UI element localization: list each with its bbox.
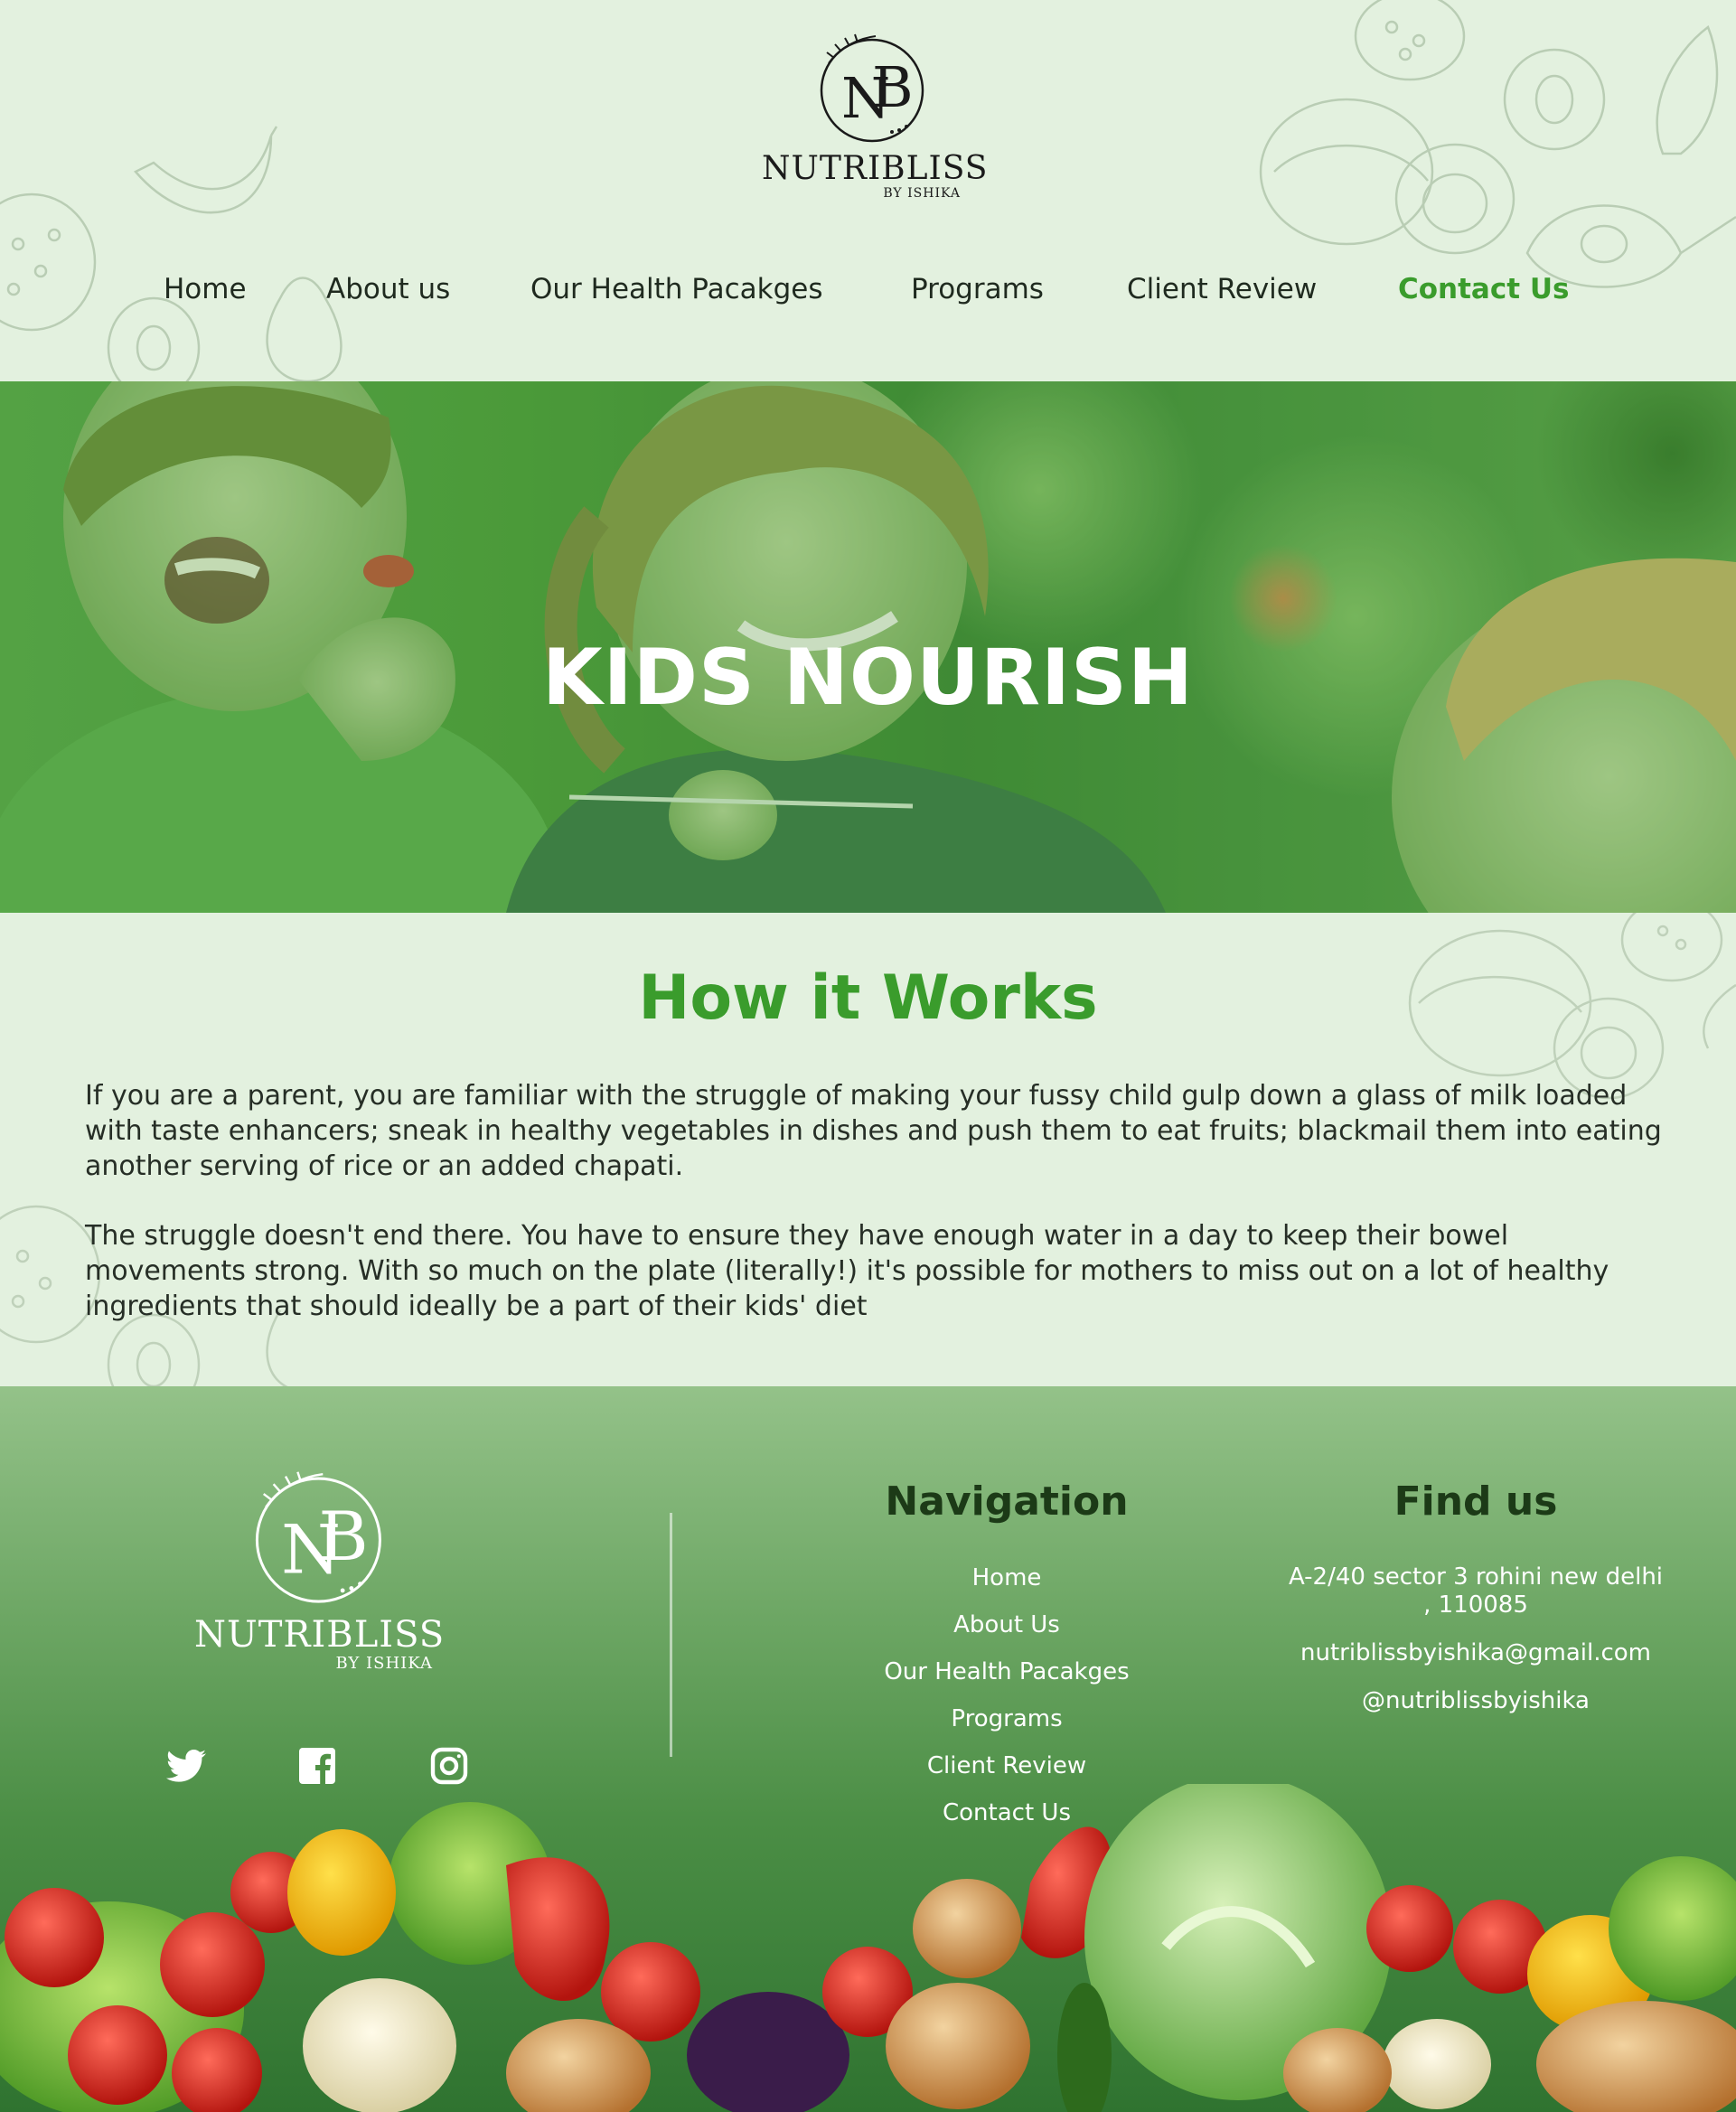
nav-client-review[interactable]: Client Review <box>1127 268 1317 311</box>
nav-programs[interactable]: Programs <box>911 268 1044 311</box>
hero-title: KIDS NOURISH <box>542 633 1194 723</box>
facebook-icon[interactable] <box>296 1744 339 1788</box>
contact-details: A-2/40 sector 3 rohini new delhi , 11008… <box>1281 1563 1670 1735</box>
main-navigation: Home About us Our Health Pacakges Progra… <box>0 268 1736 313</box>
social-handle-link[interactable]: @nutriblissbyishika <box>1281 1687 1670 1715</box>
nav-health-packages[interactable]: Our Health Pacakges <box>530 268 823 311</box>
nav-contact-us[interactable]: Contact Us <box>1398 268 1569 311</box>
brand-name: NUTRIBLISS <box>194 1614 446 1656</box>
brand-logo[interactable]: N B NUTRIBLISS BY ISHIKA <box>762 27 989 226</box>
footer-nav-programs[interactable]: Programs <box>826 1701 1187 1748</box>
hero-banner: KIDS NOURISH <box>0 381 1736 913</box>
section-title: How it Works <box>638 962 1098 1034</box>
footer-find-us-title: Find us <box>1393 1478 1558 1525</box>
site-footer: N B NUTRIBLISS BY ISHIKA Navigation Home… <box>0 1386 1736 2112</box>
intro-paragraph: The struggle doesn't end there. You have… <box>85 1220 1609 1322</box>
logo-monogram-icon: N B <box>820 33 924 143</box>
instagram-icon[interactable] <box>427 1744 471 1788</box>
nav-about-us[interactable]: About us <box>326 268 450 311</box>
site-header: N B NUTRIBLISS BY ISHIKA Home About us O… <box>0 0 1736 381</box>
footer-nav-about-us[interactable]: About Us <box>826 1607 1187 1654</box>
how-it-works-section: How it Works If you are a parent, you ar… <box>0 913 1736 1386</box>
svg-text:B: B <box>872 54 914 120</box>
footer-divider <box>670 1513 672 1757</box>
logo-monogram-icon: N B <box>255 1471 381 1603</box>
brand-subtitle: BY ISHIKA <box>883 186 961 201</box>
vegetables-border-image <box>0 1784 1736 2112</box>
address-text: A-2/40 sector 3 rohini new delhi , 11008… <box>1288 1563 1664 1619</box>
brand-name: NUTRIBLISS <box>762 150 989 187</box>
footer-nav-home[interactable]: Home <box>826 1560 1187 1607</box>
brand-subtitle: BY ISHIKA <box>335 1654 433 1673</box>
footer-brand-logo[interactable]: N B NUTRIBLISS BY ISHIKA <box>194 1462 446 1673</box>
footer-nav-health-packages[interactable]: Our Health Pacakges <box>826 1654 1187 1701</box>
email-link[interactable]: nutriblissbyishika@gmail.com <box>1281 1639 1670 1667</box>
twitter-icon[interactable] <box>164 1744 208 1788</box>
nav-home[interactable]: Home <box>164 268 247 311</box>
footer-navigation-title: Navigation <box>885 1478 1129 1525</box>
intro-paragraph: If you are a parent, you are familiar wi… <box>85 1080 1662 1182</box>
svg-text:B: B <box>318 1497 368 1576</box>
